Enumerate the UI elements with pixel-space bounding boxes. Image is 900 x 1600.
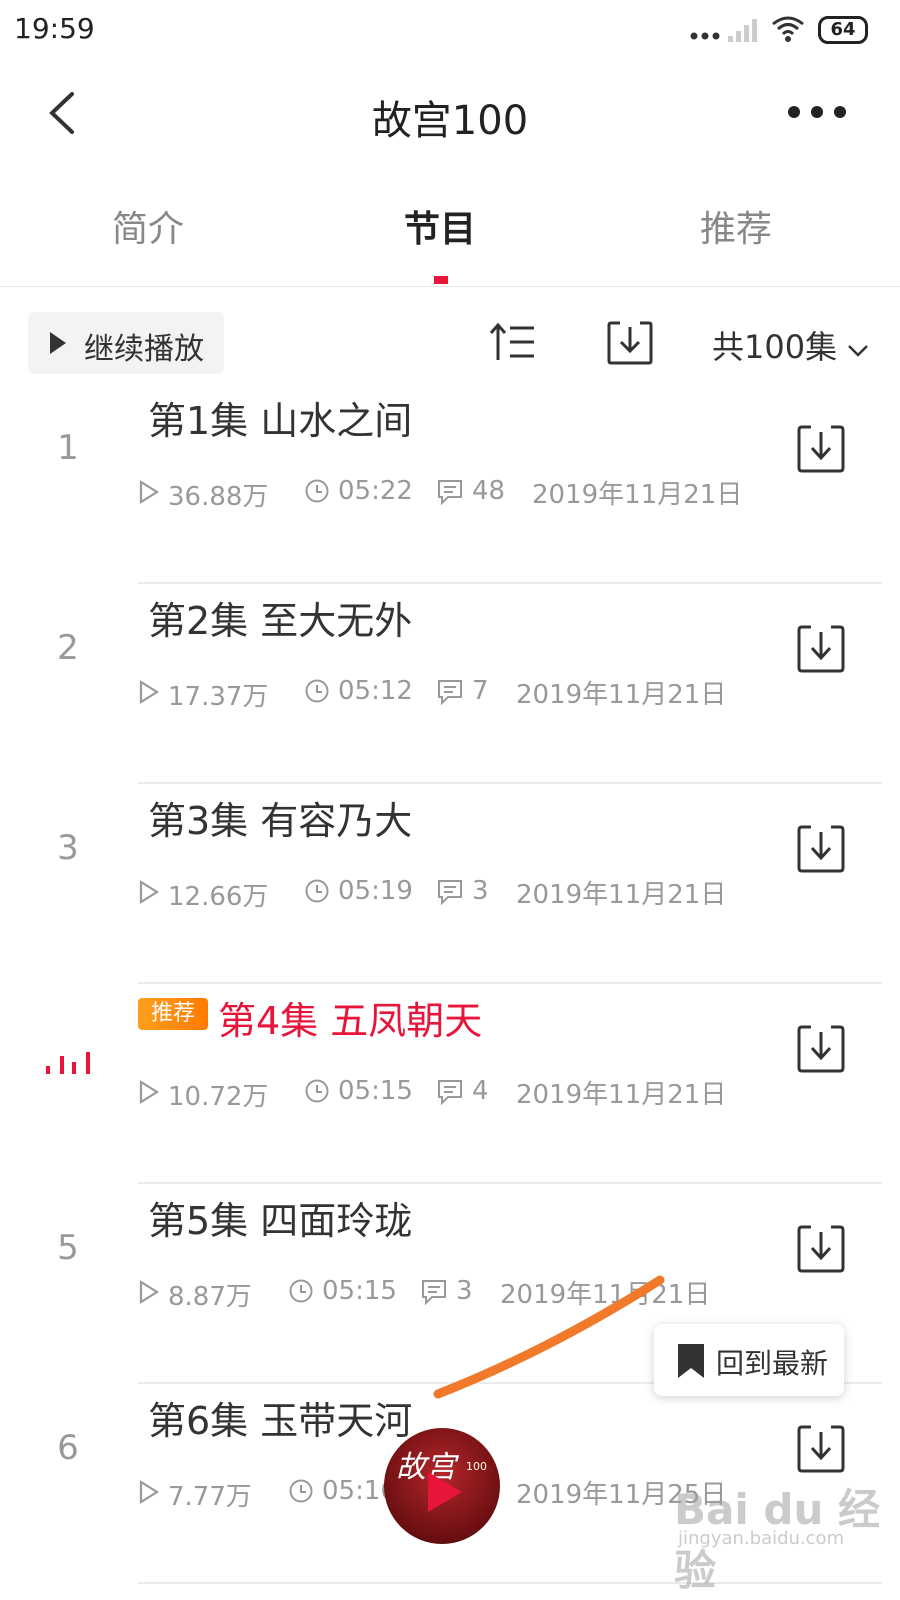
episode-number: 3: [57, 828, 79, 868]
page-title: 故宫100: [371, 98, 529, 144]
episode-title: 第6集 玉带天河: [148, 1399, 413, 1443]
episode-row[interactable]: 2 第2集 至大无外 17.37万 05:12 7 2019年11月21日: [0, 584, 900, 784]
play-count-icon: [139, 680, 160, 704]
episode-row[interactable]: 1 第1集 山水之间 36.88万 05:22 48 2019年11月21日: [0, 384, 900, 584]
comment-icon: [438, 480, 462, 506]
download-icon[interactable]: [796, 1024, 846, 1074]
episode-count-selector[interactable]: 共100集: [712, 322, 869, 368]
duration: 05:15: [338, 1076, 413, 1106]
clock-icon: [289, 1279, 313, 1303]
episode-count-label: 共100集: [712, 328, 838, 366]
clock-icon: [289, 1479, 313, 1503]
chevron-down-icon: [848, 345, 869, 357]
play-count-icon: [139, 1480, 160, 1504]
download-icon[interactable]: [796, 424, 846, 474]
publish-date: 2019年11月21日: [532, 480, 743, 510]
duration: 05:15: [322, 1276, 397, 1306]
play-count-icon: [139, 1080, 160, 1104]
play-count-icon: [139, 480, 160, 504]
more-options-icon[interactable]: [786, 102, 848, 122]
episode-number: 1: [57, 428, 79, 468]
tab-episodes[interactable]: 节目: [340, 200, 540, 252]
publish-date: 2019年11月21日: [516, 880, 727, 910]
play-count: 36.88万: [168, 482, 269, 512]
download-icon[interactable]: [796, 1424, 846, 1474]
batch-download-icon[interactable]: [606, 320, 654, 366]
episode-title: 第2集 至大无外: [148, 599, 413, 643]
bookmark-icon: [678, 1344, 704, 1378]
comment-icon: [438, 880, 462, 906]
player-logo-small: 100: [466, 1460, 487, 1473]
episode-number: 2: [57, 628, 79, 668]
episode-row[interactable]: 推荐 第4集 五凤朝天 10.72万 05:15 4 2019年11月21日: [0, 984, 900, 1184]
comment-count: 48: [472, 476, 506, 506]
comment-count: 4: [472, 1076, 489, 1106]
duration: 05:19: [338, 876, 413, 906]
battery-indicator: 64: [818, 16, 868, 44]
tab-recommend[interactable]: 推荐: [636, 200, 836, 252]
tab-intro[interactable]: 简介: [48, 200, 248, 252]
episode-row[interactable]: 3 第3集 有容乃大 12.66万 05:19 3 2019年11月21日: [0, 784, 900, 984]
download-icon[interactable]: [796, 824, 846, 874]
clock-icon: [305, 679, 329, 703]
comment-count: 3: [472, 876, 489, 906]
play-icon: [428, 1472, 462, 1512]
cellular-signal-icon: [728, 19, 757, 42]
episode-number: 5: [57, 1228, 79, 1268]
publish-date: 2019年11月21日: [516, 680, 727, 710]
episode-title: 第1集 山水之间: [148, 399, 413, 443]
play-count: 12.66万: [168, 882, 269, 912]
comment-icon: [438, 1080, 462, 1106]
wifi-icon: [772, 16, 804, 42]
continue-play-button[interactable]: 继续播放: [28, 312, 224, 374]
play-count: 7.77万: [168, 1482, 252, 1512]
now-playing-equalizer-icon: [46, 1052, 90, 1074]
continue-play-label: 继续播放: [84, 332, 204, 367]
play-count: 17.37万: [168, 682, 269, 712]
play-count: 10.72万: [168, 1082, 269, 1112]
play-icon: [50, 332, 66, 354]
watermark-url: jingyan.baidu.com: [678, 1528, 845, 1549]
duration: 05:22: [338, 476, 413, 506]
comment-count: 7: [472, 676, 489, 706]
download-icon[interactable]: [796, 624, 846, 674]
comment-icon: [438, 680, 462, 706]
status-time: 19:59: [14, 12, 95, 45]
tabs-divider: [0, 286, 900, 287]
back-to-latest-button[interactable]: 回到最新: [654, 1324, 844, 1396]
download-icon[interactable]: [796, 1224, 846, 1274]
recommend-badge: 推荐: [138, 998, 208, 1030]
status-bar: 19:59 64: [0, 0, 900, 62]
back-to-latest-label: 回到最新: [716, 1347, 829, 1380]
play-count: 8.87万: [168, 1282, 252, 1312]
clock-icon: [305, 479, 329, 503]
clock-icon: [305, 879, 329, 903]
active-tab-indicator: [434, 276, 448, 284]
sort-order-icon[interactable]: [488, 320, 536, 364]
more-dots-status-icon: [690, 32, 720, 40]
episode-title: 第4集 五凤朝天: [218, 999, 483, 1043]
duration: 05:12: [338, 676, 413, 706]
play-count-icon: [139, 1280, 160, 1304]
episode-number: 6: [57, 1428, 79, 1468]
mini-player[interactable]: 故宫 100: [384, 1428, 500, 1544]
play-count-icon: [139, 880, 160, 904]
episode-title: 第5集 四面玲珑: [148, 1199, 413, 1243]
episode-title: 第3集 有容乃大: [148, 799, 413, 843]
clock-icon: [305, 1079, 329, 1103]
annotation-stroke: [433, 1275, 665, 1399]
publish-date: 2019年11月21日: [516, 1080, 727, 1110]
